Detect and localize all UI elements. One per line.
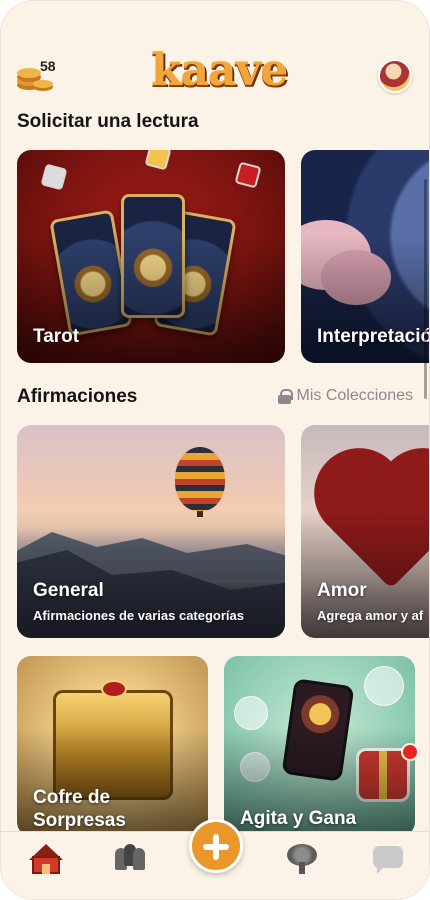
home-icon[interactable] (29, 844, 63, 874)
collections-link-label: Mis Colecciones (296, 387, 413, 404)
tarot-card[interactable]: Tarot (17, 150, 285, 363)
app-screen: 58 kaave Solicitar una lectura Tarot Int… (0, 0, 430, 900)
gem-icon (40, 163, 68, 191)
readings-section-title: Solicitar una lectura (17, 111, 199, 132)
bubble-shape (364, 666, 404, 706)
shake-and-win-card-title: Agita y Gana (240, 808, 357, 829)
interpretation-card[interactable]: Interpretación (301, 150, 429, 363)
surprise-chest-card[interactable]: Cofre de Sorpresas (17, 656, 208, 836)
people-icon[interactable] (113, 844, 147, 874)
avatar-icon[interactable] (378, 59, 412, 93)
surprise-chest-card-title: Cofre de Sorpresas (33, 787, 126, 831)
lock-icon (277, 388, 293, 404)
ruby-gem-icon (101, 680, 127, 698)
hot-air-balloon-image (175, 447, 225, 511)
general-card-subtitle: Afirmaciones de varias categorías (33, 608, 244, 623)
interpretation-card-title: Interpretación (317, 326, 429, 347)
shake-and-win-card[interactable]: Agita y Gana (224, 656, 415, 836)
plus-icon[interactable] (189, 819, 243, 873)
app-logo: kaave (151, 45, 288, 96)
coins-count: 58 (40, 58, 56, 74)
bubble-shape (234, 696, 268, 730)
love-card-title: Amor (317, 580, 367, 601)
love-card-subtitle: Agrega amor y af (317, 608, 424, 623)
love-affirmations-card[interactable]: Amor Agrega amor y af (301, 425, 429, 638)
chat-icon[interactable] (371, 844, 405, 874)
collections-link[interactable]: Mis Colecciones (277, 387, 413, 405)
gem-icon (144, 150, 172, 171)
general-card-title: General (33, 580, 104, 601)
scrollbar[interactable] (424, 179, 427, 399)
tarot-card-title: Tarot (33, 326, 80, 347)
tree-icon[interactable] (285, 844, 319, 874)
general-affirmations-card[interactable]: General Afirmaciones de varias categoría… (17, 425, 285, 638)
gem-icon (234, 161, 262, 189)
affirmations-section-title: Afirmaciones (17, 386, 138, 407)
notification-dot (401, 743, 419, 761)
